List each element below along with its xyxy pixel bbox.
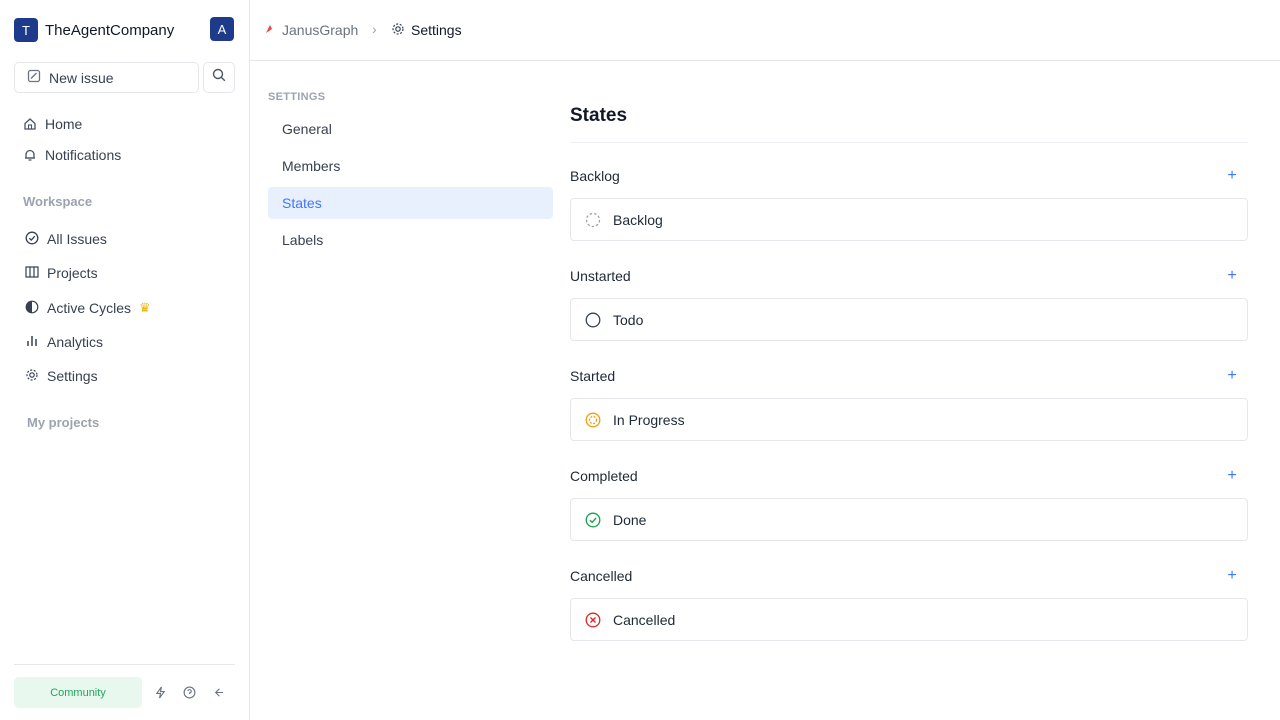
projects-board-icon xyxy=(25,265,39,282)
states-content: States Backlog + Backlog Unstarted + Tod… xyxy=(570,96,1248,641)
settings-tab-states[interactable]: States xyxy=(268,187,553,219)
top-bar: JanusGraph › Settings xyxy=(250,0,1280,61)
page-title: States xyxy=(570,105,628,126)
search-icon xyxy=(212,68,226,87)
settings-tab-labels[interactable]: Labels xyxy=(268,224,553,256)
main-area: JanusGraph › Settings SETTINGS General M… xyxy=(250,0,1280,720)
sidebar-item-all-issues[interactable]: All Issues xyxy=(18,223,236,255)
search-button[interactable] xyxy=(203,62,235,93)
nav-home[interactable]: Home xyxy=(14,109,236,139)
sidebar-item-label: All Issues xyxy=(47,231,107,247)
workspace-section-toggle[interactable]: Workspace xyxy=(14,186,236,216)
state-group-name: Cancelled xyxy=(570,568,633,584)
nav-notifications-label: Notifications xyxy=(45,147,122,163)
state-name: Done xyxy=(613,511,647,528)
settings-tab-members[interactable]: Members xyxy=(268,150,553,182)
sidebar: T TheAgentCompany A New issue Home Notif… xyxy=(0,0,250,720)
state-group-completed: Completed + Done xyxy=(570,464,1248,541)
add-state-button[interactable]: + xyxy=(1216,365,1248,387)
workspace-logo: T xyxy=(14,18,38,42)
workspace-switcher[interactable]: T TheAgentCompany xyxy=(14,15,202,45)
state-name: Todo xyxy=(613,311,644,328)
help-icon[interactable] xyxy=(176,679,202,705)
state-name: Cancelled xyxy=(613,611,676,628)
new-issue-label: New issue xyxy=(49,69,114,86)
done-state-icon xyxy=(584,511,602,529)
add-state-button[interactable]: + xyxy=(1216,165,1248,187)
add-state-button[interactable]: + xyxy=(1216,465,1248,487)
collapse-sidebar-icon[interactable] xyxy=(205,679,231,705)
cancelled-state-icon xyxy=(584,611,602,629)
contrast-icon xyxy=(25,300,39,317)
state-group-unstarted: Unstarted + Todo xyxy=(570,264,1248,341)
settings-section-label: SETTINGS xyxy=(268,91,326,103)
gear-icon xyxy=(391,22,405,39)
settings-tab-general[interactable]: General xyxy=(268,113,553,145)
state-name: Backlog xyxy=(613,211,663,228)
bell-icon xyxy=(23,148,37,162)
breadcrumb-current[interactable]: Settings xyxy=(391,20,469,40)
new-issue-icon xyxy=(27,69,41,86)
sidebar-item-label: Settings xyxy=(47,368,98,384)
nav-notifications[interactable]: Notifications xyxy=(14,140,236,170)
state-row[interactable]: Done xyxy=(570,498,1248,541)
unstarted-state-icon xyxy=(584,311,602,329)
divider xyxy=(14,664,235,665)
gear-icon xyxy=(25,368,39,385)
home-icon xyxy=(23,117,37,131)
new-issue-button[interactable]: New issue xyxy=(14,62,199,93)
sidebar-item-label: Projects xyxy=(47,265,98,281)
state-row[interactable]: Cancelled xyxy=(570,598,1248,641)
state-group-started: Started + In Progress xyxy=(570,364,1248,441)
sidebar-item-analytics[interactable]: Analytics xyxy=(18,326,236,358)
sidebar-item-active-cycles[interactable]: Active Cycles ♛ xyxy=(18,292,236,324)
sidebar-item-label: Analytics xyxy=(47,334,104,350)
user-avatar[interactable]: A xyxy=(210,17,234,41)
sidebar-item-label: Active Cycles xyxy=(47,300,132,316)
state-group-backlog: Backlog + Backlog xyxy=(570,164,1248,241)
sidebar-item-projects[interactable]: Projects xyxy=(18,257,236,289)
state-group-name: Backlog xyxy=(570,168,620,184)
chevron-right-icon: › xyxy=(372,21,377,37)
lightning-icon[interactable] xyxy=(147,679,173,705)
sidebar-item-settings[interactable]: Settings xyxy=(18,360,236,392)
divider xyxy=(570,142,1248,143)
state-group-name: Unstarted xyxy=(570,268,631,284)
check-circle-icon xyxy=(25,231,39,248)
state-group-name: Started xyxy=(570,368,616,384)
community-button[interactable]: Community xyxy=(14,677,142,708)
breadcrumb-project-label: JanusGraph xyxy=(282,22,359,38)
state-row[interactable]: In Progress xyxy=(570,398,1248,441)
nav-home-label: Home xyxy=(45,116,83,132)
state-group-name: Completed xyxy=(570,468,638,484)
add-state-button[interactable]: + xyxy=(1216,265,1248,287)
my-projects-toggle[interactable]: My projects xyxy=(22,412,205,432)
in-progress-state-icon xyxy=(584,411,602,429)
crown-icon: ♛ xyxy=(139,300,151,315)
state-row[interactable]: Todo xyxy=(570,298,1248,341)
state-row[interactable]: Backlog xyxy=(570,198,1248,241)
project-emoji-icon xyxy=(264,22,276,38)
workspace-name: TheAgentCompany xyxy=(45,21,175,39)
bar-chart-icon xyxy=(25,334,39,351)
add-state-button[interactable]: + xyxy=(1216,565,1248,587)
breadcrumb-current-label: Settings xyxy=(411,22,462,38)
state-name: In Progress xyxy=(613,411,685,428)
state-group-cancelled: Cancelled + Cancelled xyxy=(570,564,1248,641)
backlog-state-icon xyxy=(584,211,602,229)
breadcrumb-project[interactable]: JanusGraph xyxy=(264,20,364,40)
app: T TheAgentCompany A New issue Home Notif… xyxy=(0,0,1280,720)
